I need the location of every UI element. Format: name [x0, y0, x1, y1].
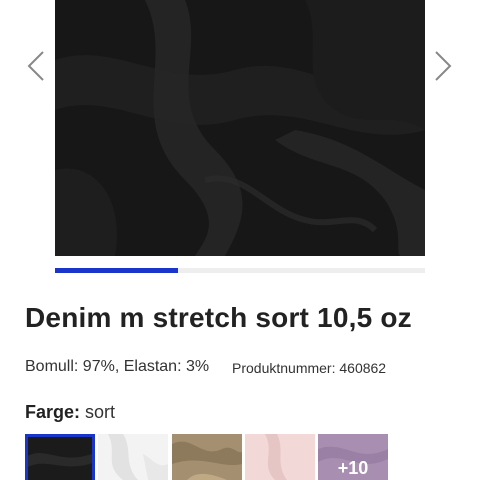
- gallery-progress-indicator: [55, 268, 179, 273]
- chevron-left-icon[interactable]: [25, 48, 49, 84]
- color-swatch-pink[interactable]: [245, 434, 315, 480]
- color-swatch-white[interactable]: [98, 434, 168, 480]
- swatch-fabric-image: [28, 437, 92, 480]
- chevron-right-icon[interactable]: [430, 48, 454, 84]
- color-swatch-beige[interactable]: [172, 434, 242, 480]
- swatch-fabric-image: [172, 434, 242, 480]
- product-number: Produktnummer: 460862: [232, 360, 387, 376]
- color-swatch-more[interactable]: +10: [318, 434, 388, 480]
- swatch-fabric-image: [245, 434, 315, 480]
- product-image-gallery[interactable]: [55, 0, 425, 256]
- selected-color-value: sort: [85, 402, 116, 422]
- fabric-photo: [55, 0, 425, 256]
- color-selector-label: Farge: sort: [25, 402, 115, 423]
- fabric-composition: Bomull: 97%, Elastan: 3%: [25, 358, 210, 375]
- color-label: Farge:: [25, 402, 81, 422]
- swatch-fabric-image: [98, 434, 168, 480]
- more-colors-count: +10: [337, 458, 369, 478]
- gallery-progress-track: [55, 268, 425, 273]
- product-title: Denim m stretch sort 10,5 oz: [25, 302, 412, 333]
- color-swatch-black[interactable]: [25, 434, 95, 480]
